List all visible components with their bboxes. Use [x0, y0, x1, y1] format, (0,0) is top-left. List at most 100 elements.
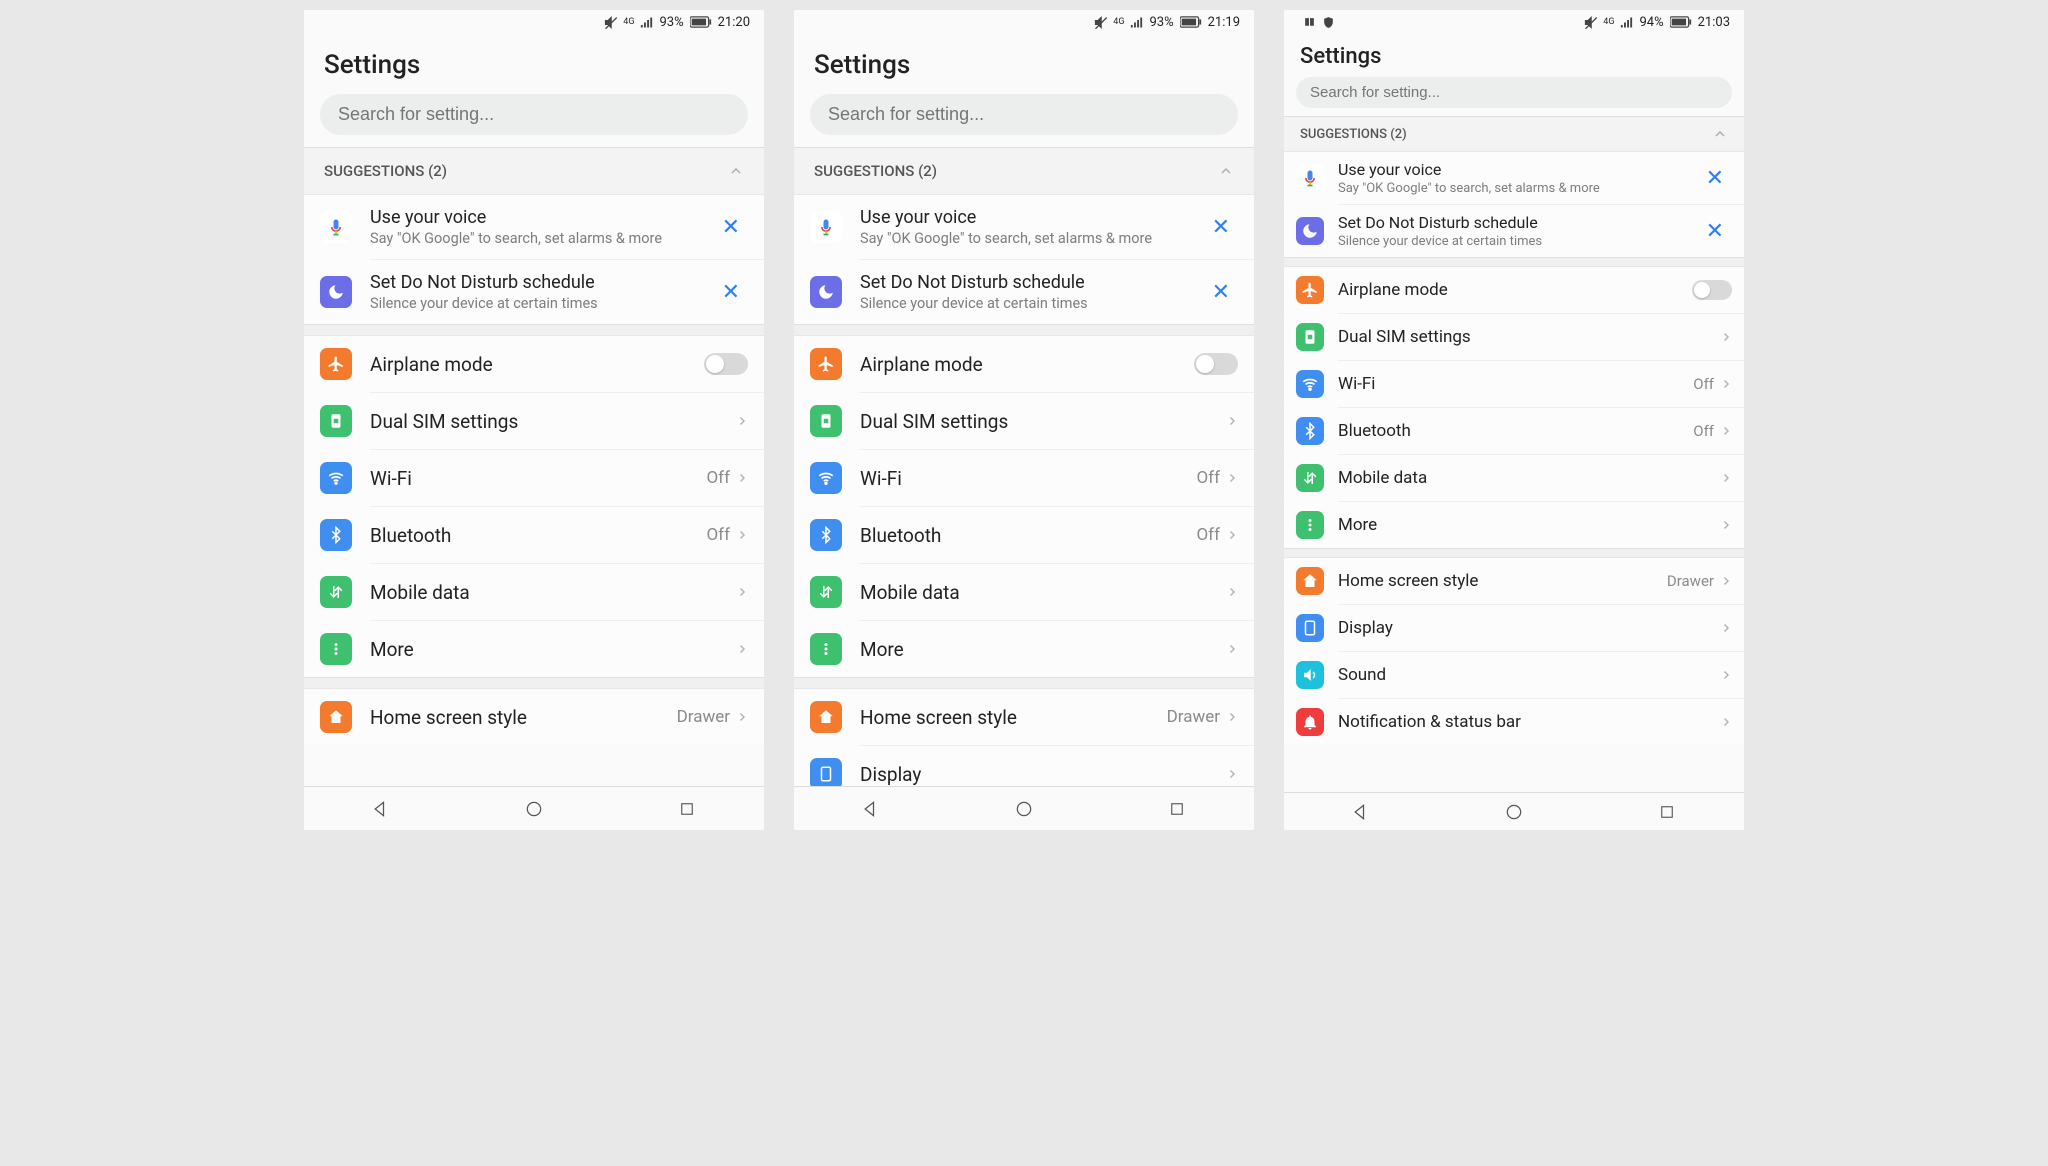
section-gap [1284, 257, 1744, 267]
nav-back-button[interactable] [370, 798, 392, 820]
status-bar: 4G 93% 21:19 [794, 10, 1254, 34]
row-label: More [1338, 515, 1720, 535]
chevron-right-icon [736, 586, 748, 598]
dismiss-button[interactable]: ✕ [1698, 215, 1732, 248]
search-input[interactable] [1296, 77, 1732, 108]
row-label: Home screen style [370, 706, 677, 729]
scroll-area[interactable]: SUGGESTIONS (2) Use your voice Say "OK G… [794, 148, 1254, 786]
setting-row-airplane[interactable]: Airplane mode [304, 336, 764, 392]
nav-home-button[interactable] [523, 798, 545, 820]
suggestion-item[interactable]: Use your voice Say "OK Google" to search… [794, 195, 1254, 259]
setting-row-display[interactable]: Display [794, 746, 1254, 786]
suggestion-item[interactable]: Set Do Not Disturb schedule Silence your… [1284, 205, 1744, 257]
row-label: Bluetooth [370, 524, 706, 547]
mic-icon [1296, 164, 1324, 192]
suggestion-item[interactable]: Set Do Not Disturb schedule Silence your… [304, 260, 764, 324]
dismiss-button[interactable]: ✕ [1698, 162, 1732, 195]
setting-row-more[interactable]: More [304, 621, 764, 677]
chevron-right-icon [736, 415, 748, 427]
setting-row-home[interactable]: Home screen style Drawer [1284, 558, 1744, 604]
suggestion-subtitle: Silence your device at certain times [860, 295, 1196, 312]
setting-row-sim[interactable]: Dual SIM settings [304, 393, 764, 449]
setting-row-bluetooth[interactable]: Bluetooth Off [794, 507, 1254, 563]
suggestion-text: Use your voice Say "OK Google" to search… [1338, 160, 1690, 196]
setting-row-wifi[interactable]: Wi-Fi Off [794, 450, 1254, 506]
row-value: Drawer [677, 707, 730, 727]
chevron-right-icon [1226, 768, 1238, 780]
nav-back-button[interactable] [1350, 801, 1372, 823]
suggestion-text: Use your voice Say "OK Google" to search… [370, 207, 706, 247]
row-value: Off [706, 468, 730, 488]
setting-row-mobiledata[interactable]: Mobile data [794, 564, 1254, 620]
suggestions-header[interactable]: SUGGESTIONS (2) [794, 148, 1254, 195]
dismiss-button[interactable]: ✕ [714, 276, 748, 309]
page-title: Settings [1284, 34, 1744, 77]
chevron-right-icon [1226, 711, 1238, 723]
setting-row-sim[interactable]: Dual SIM settings [794, 393, 1254, 449]
setting-row-wifi[interactable]: Wi-Fi Off [304, 450, 764, 506]
mute-icon [1583, 15, 1598, 30]
nav-home-button[interactable] [1503, 801, 1525, 823]
chevron-right-icon [1720, 622, 1732, 634]
search-input[interactable] [810, 94, 1238, 135]
setting-row-bluetooth[interactable]: Bluetooth Off [1284, 408, 1744, 454]
row-label: Wi-Fi [1338, 374, 1693, 394]
signal-icon [1619, 15, 1634, 30]
suggestion-item[interactable]: Set Do Not Disturb schedule Silence your… [794, 260, 1254, 324]
search-wrap [794, 94, 1254, 148]
setting-row-display[interactable]: Display [1284, 605, 1744, 651]
dismiss-button[interactable]: ✕ [1204, 211, 1238, 244]
setting-row-notif[interactable]: Notification & status bar [1284, 699, 1744, 745]
nav-recent-button[interactable] [1166, 798, 1188, 820]
book-icon [1302, 15, 1317, 30]
suggestion-subtitle: Say "OK Google" to search, set alarms & … [1338, 181, 1690, 196]
suggestion-title: Use your voice [860, 207, 1196, 228]
row-label: Display [1338, 618, 1720, 638]
navigation-bar [304, 786, 764, 830]
setting-row-mobiledata[interactable]: Mobile data [1284, 455, 1744, 501]
setting-row-airplane[interactable]: Airplane mode [794, 336, 1254, 392]
setting-row-sound[interactable]: Sound [1284, 652, 1744, 698]
search-input[interactable] [320, 94, 748, 135]
suggestion-item[interactable]: Use your voice Say "OK Google" to search… [1284, 152, 1744, 204]
suggestions-header[interactable]: SUGGESTIONS (2) [1284, 117, 1744, 152]
row-label: Airplane mode [1338, 280, 1692, 300]
display-icon [1296, 614, 1324, 642]
suggestion-subtitle: Say "OK Google" to search, set alarms & … [860, 230, 1196, 247]
row-label: Mobile data [860, 581, 1226, 604]
clock: 21:20 [718, 15, 750, 30]
setting-row-mobiledata[interactable]: Mobile data [304, 564, 764, 620]
setting-row-sim[interactable]: Dual SIM settings [1284, 314, 1744, 360]
search-wrap [304, 94, 764, 148]
signal-icon [1129, 15, 1144, 30]
nav-recent-button[interactable] [676, 798, 698, 820]
nav-recent-button[interactable] [1656, 801, 1678, 823]
row-label: Display [860, 763, 1226, 786]
home-icon [320, 701, 352, 733]
airplane-icon [320, 348, 352, 380]
nav-home-button[interactable] [1013, 798, 1035, 820]
setting-row-wifi[interactable]: Wi-Fi Off [1284, 361, 1744, 407]
chevron-right-icon [1720, 425, 1732, 437]
home-icon [1296, 567, 1324, 595]
toggle-switch[interactable] [704, 353, 748, 375]
row-label: Sound [1338, 665, 1720, 685]
setting-row-home[interactable]: Home screen style Drawer [794, 689, 1254, 745]
setting-row-bluetooth[interactable]: Bluetooth Off [304, 507, 764, 563]
scroll-area[interactable]: SUGGESTIONS (2) Use your voice Say "OK G… [304, 148, 764, 786]
suggestions-header-label: SUGGESTIONS (2) [1300, 127, 1407, 142]
suggestion-item[interactable]: Use your voice Say "OK Google" to search… [304, 195, 764, 259]
suggestions-header[interactable]: SUGGESTIONS (2) [304, 148, 764, 195]
dismiss-button[interactable]: ✕ [1204, 276, 1238, 309]
nav-back-button[interactable] [860, 798, 882, 820]
scroll-area[interactable]: SUGGESTIONS (2) Use your voice Say "OK G… [1284, 117, 1744, 792]
chevron-right-icon [736, 529, 748, 541]
toggle-switch[interactable] [1194, 353, 1238, 375]
setting-row-more[interactable]: More [1284, 502, 1744, 548]
dismiss-button[interactable]: ✕ [714, 211, 748, 244]
toggle-switch[interactable] [1692, 280, 1732, 300]
setting-row-airplane[interactable]: Airplane mode [1284, 267, 1744, 313]
setting-row-home[interactable]: Home screen style Drawer [304, 689, 764, 745]
setting-row-more[interactable]: More [794, 621, 1254, 677]
suggestions-header-label: SUGGESTIONS (2) [814, 162, 937, 180]
